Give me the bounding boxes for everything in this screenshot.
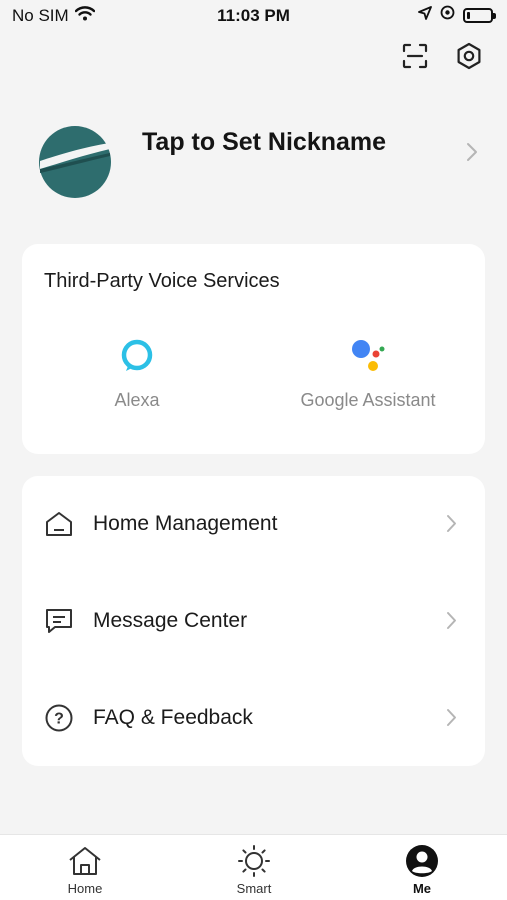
orientation-lock-icon: [440, 5, 455, 25]
header-actions: [399, 40, 485, 72]
voice-services-card: Third-Party Voice Services Alexa Google …: [22, 244, 485, 454]
nickname-label: Tap to Set Nickname: [142, 128, 387, 156]
home-icon: [44, 509, 74, 539]
svg-text:?: ?: [54, 711, 64, 728]
alexa-service[interactable]: Alexa: [27, 336, 247, 411]
tab-home[interactable]: Home: [25, 843, 145, 896]
chevron-right-icon: [446, 708, 457, 732]
alexa-label: Alexa: [114, 390, 160, 410]
message-icon: [44, 606, 74, 636]
tab-me[interactable]: Me: [362, 843, 482, 896]
menu-card: Home Management Message Center ? FAQ & F…: [22, 476, 485, 766]
scan-icon[interactable]: [399, 40, 431, 72]
voice-services-title: Third-Party Voice Services: [44, 270, 280, 292]
sun-icon: [194, 843, 314, 879]
google-assistant-service[interactable]: Google Assistant: [258, 336, 478, 411]
tab-label: Smart: [236, 881, 272, 896]
tab-bar: Home Smart Me: [0, 834, 507, 900]
chevron-right-icon: [446, 611, 457, 635]
alexa-icon: [27, 336, 247, 376]
battery-icon: [463, 7, 496, 23]
tab-label: Me: [412, 881, 432, 896]
settings-icon[interactable]: [453, 40, 485, 72]
user-icon: [362, 843, 482, 879]
google-assistant-label: Google Assistant: [300, 390, 436, 410]
home-tab-icon: [25, 843, 145, 879]
menu-item-message-center[interactable]: Message Center: [22, 573, 485, 669]
location-arrow-icon: [418, 5, 432, 25]
tab-smart[interactable]: Smart: [194, 843, 314, 896]
menu-item-faq-feedback[interactable]: ? FAQ & Feedback: [22, 670, 485, 766]
google-assistant-icon: [258, 336, 478, 376]
battery-fill: [467, 11, 470, 19]
menu-item-label: Message Center: [93, 609, 248, 632]
status-right: [418, 5, 496, 25]
menu-item-home-management[interactable]: Home Management: [22, 476, 485, 572]
tab-label: Home: [67, 881, 103, 896]
menu-item-label: Home Management: [93, 512, 278, 535]
chevron-right-icon: [466, 142, 478, 167]
chevron-right-icon: [446, 514, 457, 538]
profile-row[interactable]: Tap to Set Nickname: [38, 122, 478, 202]
avatar: [38, 125, 112, 199]
menu-item-label: FAQ & Feedback: [93, 706, 253, 729]
help-icon: ?: [44, 703, 74, 733]
status-bar: No SIM 11:03 PM: [0, 0, 507, 34]
